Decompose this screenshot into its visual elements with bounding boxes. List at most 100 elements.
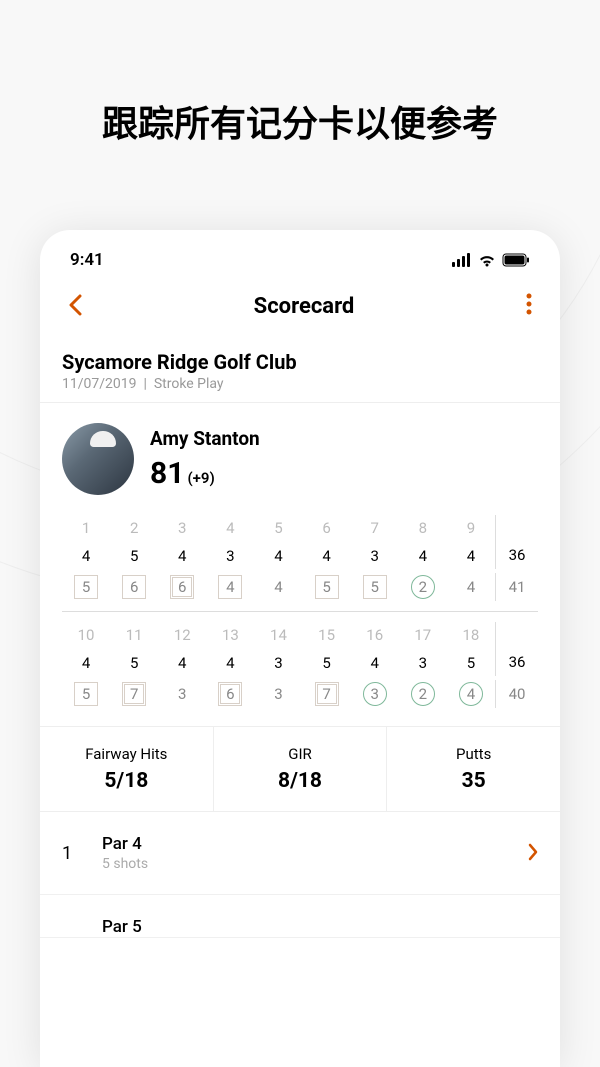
hole-num: 15 (303, 622, 351, 648)
phone-frame: 9:41 Scorecard Sycamore Ridge Golf Club … (40, 230, 560, 1067)
par-val: 3 (351, 543, 399, 569)
hole-par: Par 5 (102, 917, 538, 937)
score-cell[interactable]: 3 (158, 680, 206, 708)
hole-num: 10 (62, 622, 110, 648)
score-cell[interactable]: 4 (447, 680, 495, 708)
score-cell[interactable]: 2 (399, 680, 447, 708)
score-diff: (+9) (187, 469, 214, 487)
par-val: 5 (447, 650, 495, 676)
hole-num: 4 (206, 515, 254, 541)
course-name: Sycamore Ridge Golf Club (62, 350, 538, 374)
hole-num: 18 (447, 622, 495, 648)
score-cell[interactable]: 5 (62, 680, 110, 708)
par-val: 4 (206, 650, 254, 676)
stat-label: Fairway Hits (40, 745, 213, 763)
more-button[interactable] (518, 293, 540, 321)
nav-title: Scorecard (90, 294, 518, 319)
hole-num: 5 (254, 515, 302, 541)
battery-icon (502, 253, 530, 267)
score-cell[interactable]: 4 (254, 573, 302, 601)
par-val: 4 (62, 543, 110, 569)
hole-details: Par 4 5 shots (102, 834, 528, 872)
par-val: 4 (399, 543, 447, 569)
score-cell[interactable]: 6 (206, 680, 254, 708)
course-date: 11/07/2019 (62, 376, 137, 392)
score-cell[interactable]: 6 (158, 573, 206, 601)
hole-num: 17 (399, 622, 447, 648)
stat-gir[interactable]: GIR 8/18 (214, 727, 388, 811)
stat-label: Putts (387, 745, 560, 763)
hole-details: Par 5 (102, 917, 538, 937)
avatar (62, 423, 134, 495)
par-val: 3 (206, 543, 254, 569)
score-cell[interactable]: 5 (62, 573, 110, 601)
par-val: 5 (110, 650, 158, 676)
hole-num: 2 (110, 515, 158, 541)
par-val: 4 (351, 650, 399, 676)
nav-bar: Scorecard (40, 280, 560, 338)
player-info: Amy Stanton 81 (+9) (150, 427, 260, 491)
back-button[interactable] (60, 290, 90, 323)
par-val: 4 (158, 543, 206, 569)
par-val: 3 (399, 650, 447, 676)
par-total: 36 (496, 649, 538, 675)
par-val: 4 (62, 650, 110, 676)
hole-item[interactable]: Par 5 (40, 895, 560, 938)
hole-num: 8 (399, 515, 447, 541)
score-total: 40 (496, 681, 538, 707)
more-vertical-icon (526, 293, 532, 315)
hole-num: 16 (351, 622, 399, 648)
hole-num: 9 (447, 515, 495, 541)
stat-value: 8/18 (214, 769, 387, 793)
back-nine: 1011121314151617184544354353657363732440 (62, 622, 538, 708)
par-val: 4 (303, 543, 351, 569)
par-val: 5 (303, 650, 351, 676)
hole-num: 11 (110, 622, 158, 648)
status-bar: 9:41 (40, 230, 560, 280)
score-cell[interactable]: 7 (303, 680, 351, 708)
score-cell[interactable]: 7 (110, 680, 158, 708)
score-cell[interactable]: 4 (206, 573, 254, 601)
score-cell[interactable]: 6 (110, 573, 158, 601)
hole-item[interactable]: 1 Par 4 5 shots (40, 812, 560, 895)
hole-list: 1 Par 4 5 shots Par 5 (40, 812, 560, 938)
par-val: 4 (254, 543, 302, 569)
hole-num: 14 (254, 622, 302, 648)
stat-value: 35 (387, 769, 560, 793)
score-cell[interactable]: 5 (303, 573, 351, 601)
score-cell[interactable]: 4 (447, 573, 495, 601)
stat-putts[interactable]: Putts 35 (387, 727, 560, 811)
total-score: 81 (150, 456, 184, 491)
stat-fairway[interactable]: Fairway Hits 5/18 (40, 727, 214, 811)
hole-num: 12 (158, 622, 206, 648)
scorecard-grid: 1234567894543443443656644552441 10111213… (40, 507, 560, 708)
player-score: 81 (+9) (150, 456, 260, 491)
hole-par: Par 4 (102, 834, 528, 854)
chevron-left-icon (68, 294, 82, 316)
stat-value: 5/18 (40, 769, 213, 793)
score-cell[interactable]: 5 (351, 573, 399, 601)
par-total: 36 (496, 542, 538, 568)
wifi-icon (478, 253, 496, 267)
score-total: 41 (496, 574, 538, 600)
par-val: 4 (158, 650, 206, 676)
course-mode: Stroke Play (154, 376, 224, 392)
status-icons (452, 253, 530, 267)
hole-num: 3 (158, 515, 206, 541)
hole-num: 7 (351, 515, 399, 541)
divider (62, 611, 538, 612)
signal-icon (452, 253, 472, 267)
page-headline: 跟踪所有记分卡以便参考 (0, 0, 600, 187)
hole-num: 1 (62, 515, 110, 541)
par-val: 3 (254, 650, 302, 676)
score-cell[interactable]: 2 (399, 573, 447, 601)
par-val: 5 (110, 543, 158, 569)
status-time: 9:41 (70, 250, 104, 270)
score-cell[interactable]: 3 (254, 680, 302, 708)
player-name: Amy Stanton (150, 427, 260, 450)
front-nine: 1234567894543443443656644552441 (62, 515, 538, 601)
course-meta: 11/07/2019 | Stroke Play (62, 376, 538, 392)
score-cell[interactable]: 3 (351, 680, 399, 708)
course-header: Sycamore Ridge Golf Club 11/07/2019 | St… (40, 338, 560, 403)
stat-label: GIR (214, 745, 387, 763)
